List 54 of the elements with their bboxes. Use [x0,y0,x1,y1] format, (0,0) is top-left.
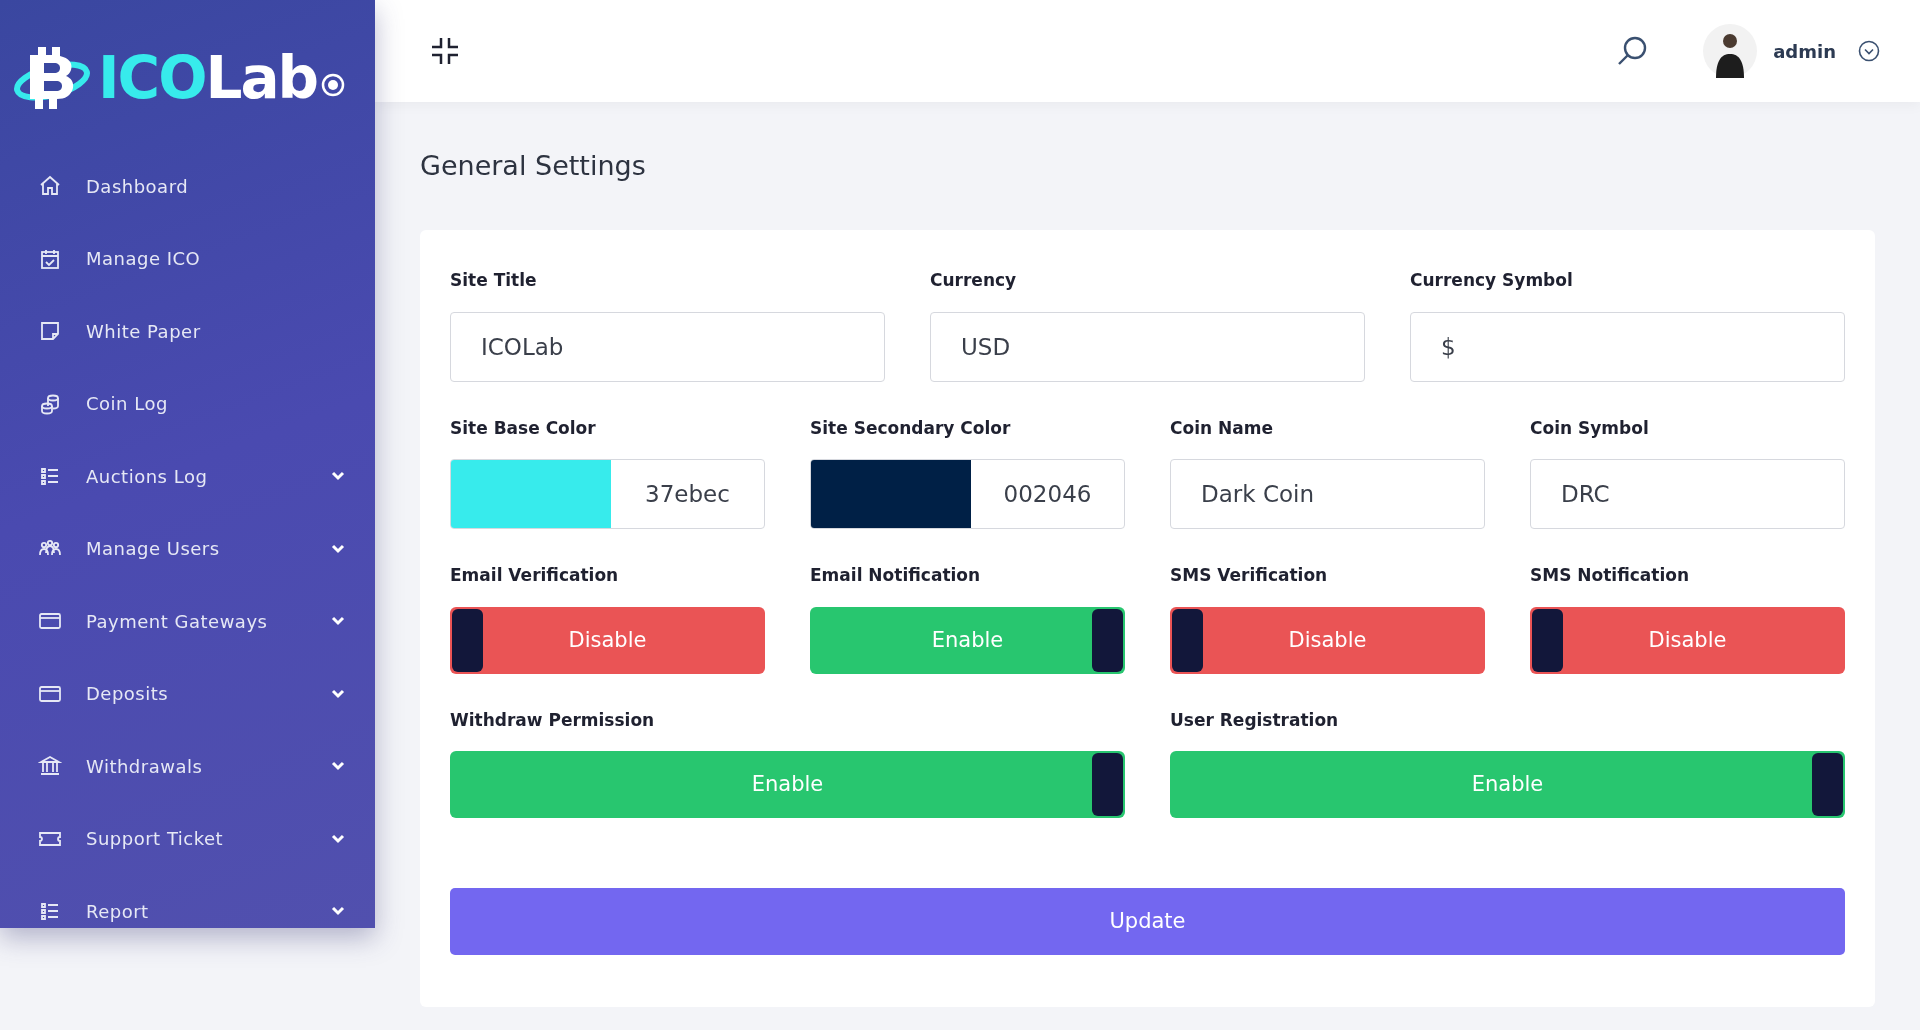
field-label: Coin Symbol [1530,416,1650,440]
sidebar-item[interactable]: White Paper [0,295,375,368]
text-field[interactable]: DRC [1530,459,1845,530]
sidebar-item[interactable]: Auctions Log [0,440,375,513]
text-field[interactable]: $ [1410,311,1845,382]
chevron-down-icon[interactable] [1858,40,1880,62]
text-field[interactable]: USD [930,311,1365,382]
field-label: Site Title [450,269,538,293]
color-value: 002046 [1002,480,1093,510]
field-label: Coin Name [1170,416,1274,440]
color-swatch[interactable] [451,460,611,529]
color-picker-field[interactable]: 37ebec [450,459,765,530]
field-label: SMS Notification [1530,564,1691,588]
toggle-switch[interactable]: Disable [1170,606,1485,674]
logo-text: ICOLab [98,49,318,107]
search-icon[interactable] [1616,35,1649,67]
toggle-switch[interactable]: Disable [1530,606,1845,674]
field-label: Currency Symbol [1410,269,1574,293]
sidebar-item[interactable]: Manage Users [0,512,375,585]
sidebar-item[interactable]: Coin Log [0,367,375,440]
radio-dot-icon [321,73,346,97]
user-name[interactable]: admin [1773,37,1836,65]
field-label: User Registration [1170,708,1340,732]
field-label: Withdraw Permission [450,708,656,732]
page-title: General Settings [420,150,647,183]
text-field[interactable]: Dark Coin [1170,459,1485,530]
color-picker-field[interactable]: 002046 [810,459,1125,530]
chevron-down-icon [331,761,345,772]
chevron-down-icon [331,616,345,627]
field-label: Site Base Color [450,416,597,440]
chevron-down-icon [331,906,345,917]
field-label: SMS Verification [1170,564,1329,588]
sidebar-item[interactable]: Dashboard [0,150,375,223]
color-swatch[interactable] [811,460,971,529]
chevron-down-icon [331,471,345,482]
avatar-icon[interactable] [1703,24,1758,78]
field-label: Email Verification [450,564,620,588]
field-label: Email Notification [810,564,982,588]
sidebar-item[interactable]: Manage ICO [0,222,375,295]
sidebar-item[interactable]: Payment Gateways [0,585,375,658]
collapse-icon[interactable] [430,36,460,66]
sidebar-item[interactable]: Report [0,875,375,948]
chevron-down-icon [331,833,345,844]
toggle-switch[interactable]: Disable [450,606,765,674]
update-button[interactable]: Update [450,888,1845,956]
field-label: Site Secondary Color [810,416,1012,440]
field-label: Currency [930,269,1018,293]
chevron-down-icon [331,688,345,699]
sidebar-item[interactable]: Withdrawals [0,730,375,803]
chevron-down-icon [331,543,345,554]
text-field[interactable]: ICOLab [450,311,885,382]
color-value: 37ebec [644,480,731,510]
sidebar-item[interactable]: Deposits [0,657,375,730]
sidebar-item[interactable]: Support Ticket [0,802,375,875]
